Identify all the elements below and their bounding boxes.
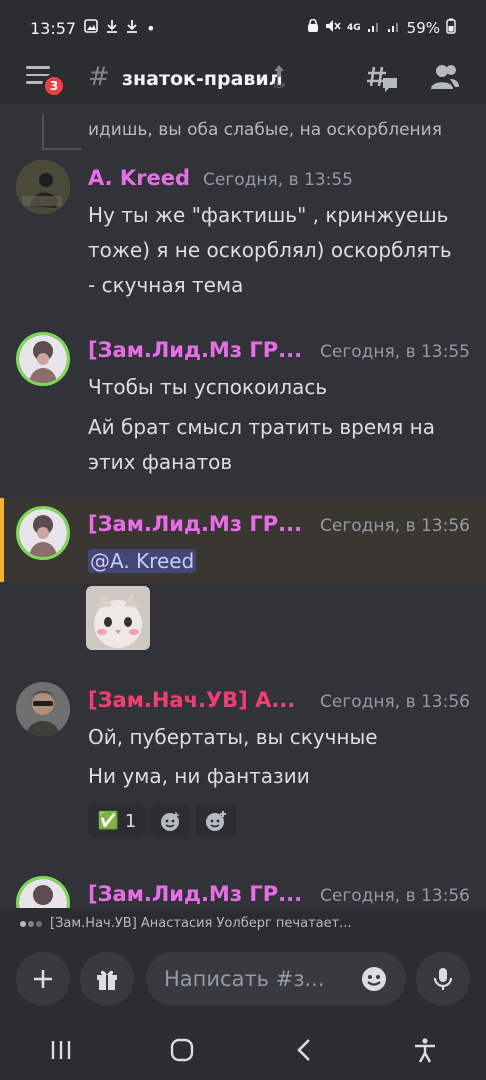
avatar[interactable]	[16, 160, 70, 214]
avatar[interactable]	[16, 682, 70, 736]
message-timestamp: Сегодня, в 13:55	[320, 342, 470, 362]
signal-icon-2	[387, 19, 401, 37]
unread-badge: 3	[42, 74, 66, 98]
top-label: TOP	[272, 83, 285, 90]
reaction-count: 1	[124, 810, 137, 832]
avatar[interactable]	[16, 876, 70, 908]
threads-icon[interactable]	[366, 64, 398, 101]
message-timestamp: Сегодня, в 13:56	[320, 692, 470, 712]
channel-title[interactable]: знаток-правил	[122, 68, 283, 90]
battery-icon	[446, 18, 456, 38]
system-nav-bar	[0, 1020, 486, 1080]
message-list[interactable]: идишь, вы оба слабые, на оскорбления A. …	[0, 104, 486, 908]
mute-icon	[325, 19, 341, 37]
message-author[interactable]: [Зам.Лид.Мз ГР...	[88, 512, 302, 536]
add-super-reaction-button[interactable]	[150, 804, 190, 838]
channel-header: 3 # знаток-правил TOP	[0, 56, 486, 104]
mention-highlight	[0, 498, 486, 582]
avatar[interactable]	[16, 332, 70, 386]
back-icon	[296, 1039, 310, 1061]
message-text-line: Ай брат смысл тратить время на	[88, 415, 435, 439]
gallery-notification-icon	[84, 19, 98, 37]
message-text-line: тоже) я не оскорблял) оскорблять	[88, 238, 452, 262]
gift-button[interactable]	[80, 952, 134, 1006]
recent-apps-icon	[51, 1041, 70, 1059]
status-bar: 13:57 • 4G 59%	[0, 0, 486, 56]
top-arrow-icon: TOP	[272, 64, 286, 92]
back-button[interactable]	[274, 1028, 334, 1072]
typing-text: [Зам.Нач.УВ] Анастасия Уолберг печатает.…	[50, 915, 352, 931]
super-reaction-icon	[161, 811, 180, 831]
reaction-emoji: ✅	[97, 811, 119, 831]
message-timestamp: Сегодня, в 13:56	[320, 886, 470, 906]
voice-message-button[interactable]	[416, 952, 470, 1006]
reply-connector-tail	[42, 148, 82, 150]
gift-icon	[97, 970, 117, 990]
battery-level: 59%	[406, 19, 440, 37]
message-text-line: @A. Kreed	[88, 544, 197, 579]
accessibility-icon	[415, 1038, 436, 1063]
home-button[interactable]	[152, 1028, 212, 1072]
download-icon	[106, 19, 118, 37]
message-author[interactable]: [Зам.Лид.Мз ГР...	[88, 338, 302, 362]
message-timestamp: Сегодня, в 13:56	[320, 516, 470, 536]
status-time: 13:57	[30, 18, 77, 38]
emoji-icon	[362, 967, 386, 991]
sticker-image[interactable]	[86, 586, 150, 650]
typing-indicator: [Зам.Нач.УВ] Анастасия Уолберг печатает.…	[0, 908, 486, 938]
add-reaction-icon	[206, 811, 226, 831]
message-author[interactable]: A. Kreed	[88, 166, 190, 190]
reply-connector	[42, 114, 44, 150]
message-text-line: Ой, пубертаты, вы скучные	[88, 725, 378, 749]
add-reaction-button[interactable]	[196, 804, 236, 838]
channel-hash-icon: #	[88, 62, 110, 92]
mention-highlight-bar	[0, 498, 4, 582]
plus-icon	[34, 970, 52, 988]
recent-apps-button[interactable]	[31, 1028, 91, 1072]
accessibility-button[interactable]	[395, 1028, 455, 1072]
message-text-line: Чтобы ты успокоилась	[88, 375, 328, 399]
attach-button[interactable]	[16, 952, 70, 1006]
message-text-line: - скучная тема	[88, 273, 244, 297]
message-author[interactable]: [Зам.Лид.Мз ГР...	[88, 882, 302, 906]
download-icon-2	[126, 19, 138, 37]
composer-bar	[0, 938, 486, 1020]
user-mention[interactable]: @A. Kreed	[88, 549, 197, 573]
typing-dots-icon	[20, 916, 44, 931]
lock-icon	[307, 18, 319, 37]
microphone-icon	[433, 968, 453, 990]
signal-icon	[367, 19, 381, 37]
network-type: 4G	[347, 23, 361, 33]
message-text-line: этих фанатов	[88, 450, 233, 474]
avatar[interactable]	[16, 506, 70, 560]
home-icon	[171, 1038, 194, 1062]
message-author[interactable]: [Зам.Нач.УВ] А...	[88, 688, 295, 712]
message-text-line: Ни ума, ни фантазии	[88, 764, 310, 788]
message-timestamp: Сегодня, в 13:55	[203, 170, 353, 190]
emoji-button[interactable]	[360, 965, 390, 995]
reaction-pill[interactable]: ✅ 1	[88, 804, 146, 838]
more-notifications-dot-icon: •	[146, 18, 156, 38]
reply-preview-text[interactable]: идишь, вы оба слабые, на оскорбления	[88, 118, 442, 142]
message-text-line: Ну ты же "фактишь" , кринжуешь	[88, 203, 449, 227]
members-icon[interactable]	[430, 62, 460, 96]
